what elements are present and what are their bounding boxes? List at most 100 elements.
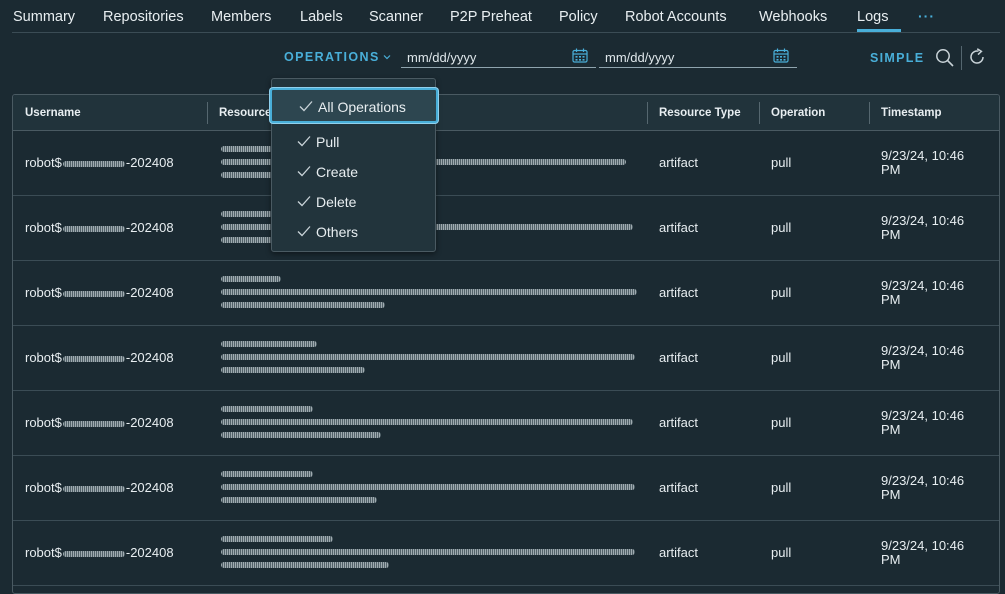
table-row: robot$ -202408 artifact pull 9/23/24, 10:…: [13, 131, 999, 196]
resource-type-cell: artifact: [659, 220, 699, 235]
menu-item-all-operations[interactable]: All Operations: [270, 88, 438, 123]
search-icon[interactable]: [935, 48, 955, 68]
tab-webhooks[interactable]: Webhooks: [759, 9, 827, 25]
resource-type-cell: artifact: [659, 480, 699, 495]
active-tab-indicator: [857, 29, 901, 32]
redacted-text: [221, 211, 273, 217]
redacted-text: [221, 562, 389, 568]
tab-robot-accounts[interactable]: Robot Accounts: [625, 9, 727, 25]
username-suffix: -202408: [125, 285, 174, 300]
tab-labels[interactable]: Labels: [300, 9, 343, 25]
timestamp-cell-line2: PM: [881, 357, 901, 372]
operation-cell: pull: [771, 545, 792, 560]
toolbar-divider: [961, 46, 962, 70]
resource-type-cell: artifact: [659, 285, 699, 300]
menu-item-label: Others: [316, 224, 359, 240]
timestamp-cell-line2: PM: [881, 552, 901, 567]
check-icon: [297, 226, 311, 237]
operations-filter-button[interactable]: OPERATIONS: [284, 50, 391, 64]
timestamp-cell: 9/23/24, 10:46: [881, 538, 965, 553]
tab-summary[interactable]: Summary: [13, 9, 75, 25]
menu-item-delete[interactable]: Delete: [272, 187, 435, 217]
username-cell: robot$ -202408: [25, 285, 174, 300]
refresh-icon[interactable]: [968, 48, 986, 66]
username-cell: robot$ -202408: [25, 545, 174, 560]
column-header-resource[interactable]: Resource: [207, 95, 271, 131]
menu-item-pull[interactable]: Pull: [272, 127, 435, 157]
column-header-username[interactable]: Username: [13, 95, 81, 131]
timestamp-cell: 9/23/24, 10:46: [881, 408, 965, 423]
redacted-text: [221, 432, 381, 438]
username-prefix: robot$: [25, 155, 62, 170]
tab-p2p-preheat[interactable]: P2P Preheat: [450, 9, 532, 25]
redacted-text: [221, 419, 633, 425]
username-suffix: -202408: [125, 350, 174, 365]
redacted-text: [62, 550, 125, 557]
username-cell: robot$ -202408: [25, 415, 174, 430]
username-prefix: robot$: [25, 480, 62, 495]
tab-scanner[interactable]: Scanner: [369, 9, 423, 25]
username-cell: robot$ -202408: [25, 480, 174, 495]
redacted-text: [221, 146, 273, 152]
username-prefix: robot$: [25, 285, 62, 300]
timestamp-cell-line2: PM: [881, 162, 901, 177]
menu-item-label: All Operations: [318, 99, 406, 115]
timestamp-cell: 9/23/24, 10:46: [881, 343, 965, 358]
username-cell: robot$ -202408: [25, 220, 174, 235]
table-header: Username Resource Resource Type Operatio…: [13, 95, 999, 131]
table-row: robot$ -202408 artifact pull 9/23/24, 10:…: [13, 326, 999, 391]
tab-members[interactable]: Members: [211, 9, 271, 25]
operation-cell: pull: [771, 350, 792, 365]
menu-item-label: Pull: [316, 134, 340, 150]
username-cell: robot$ -202408: [25, 350, 174, 365]
table-row: robot$ -202408 artifact pull 9/23/24, 10:…: [13, 261, 999, 326]
username-cell: robot$ -202408: [25, 155, 174, 170]
column-header-operation[interactable]: Operation: [759, 95, 825, 131]
username-suffix: -202408: [125, 220, 174, 235]
simple-mode-button[interactable]: SIMPLE: [870, 51, 924, 65]
table-row: robot$ -202408 artifact pull 9/23/24, 10:…: [13, 456, 999, 521]
timestamp-cell: 9/23/24, 10:46: [881, 148, 965, 163]
tab-logs[interactable]: Logs: [857, 9, 888, 25]
table-row: robot$ -202408 artifact pull 9/23/24, 10:…: [13, 196, 999, 261]
redacted-text: [221, 367, 365, 373]
username-suffix: -202408: [125, 415, 174, 430]
redacted-text: [221, 302, 385, 308]
tab-repositories[interactable]: Repositories: [103, 9, 184, 25]
date-to-field[interactable]: mm/dd/yyyy: [599, 46, 797, 68]
username-prefix: robot$: [25, 545, 62, 560]
calendar-icon[interactable]: [572, 48, 588, 63]
check-icon: [297, 166, 311, 177]
calendar-icon[interactable]: [773, 48, 789, 63]
menu-item-others[interactable]: Others: [272, 217, 435, 247]
tab-policy[interactable]: Policy: [559, 9, 598, 25]
redacted-text: [221, 341, 317, 347]
more-tabs-button[interactable]: ···: [918, 8, 935, 24]
menu-item-label: Create: [316, 164, 359, 180]
check-icon: [299, 101, 313, 112]
username-suffix: -202408: [125, 545, 174, 560]
column-header-resource-type[interactable]: Resource Type: [647, 95, 741, 131]
timestamp-cell-line2: PM: [881, 422, 901, 437]
redacted-text: [62, 160, 125, 167]
redacted-text: [221, 484, 635, 490]
redacted-text: [221, 497, 377, 503]
audit-log-table: Username Resource Resource Type Operatio…: [12, 94, 1000, 594]
date-to-input[interactable]: mm/dd/yyyy: [605, 50, 674, 65]
operation-cell: pull: [771, 415, 792, 430]
tab-bar: Summary Repositories Members Labels Scan…: [12, 0, 1000, 33]
redacted-text: [62, 355, 125, 362]
table-row: robot$ -202408 artifact pull 9/23/24, 10:…: [13, 391, 999, 456]
date-from-field[interactable]: mm/dd/yyyy: [401, 46, 596, 68]
redacted-text: [62, 485, 125, 492]
operation-cell: pull: [771, 480, 792, 495]
column-header-timestamp[interactable]: Timestamp: [869, 95, 942, 131]
menu-item-create[interactable]: Create: [272, 157, 435, 187]
resource-type-cell: artifact: [659, 350, 699, 365]
table-row: robot$ -202408 artifact pull 9/23/24, 10:…: [13, 521, 999, 586]
redacted-text: [221, 536, 333, 542]
date-from-input[interactable]: mm/dd/yyyy: [407, 50, 476, 65]
operation-cell: pull: [771, 155, 792, 170]
operation-cell: pull: [771, 220, 792, 235]
menu-item-label: Delete: [316, 194, 357, 210]
